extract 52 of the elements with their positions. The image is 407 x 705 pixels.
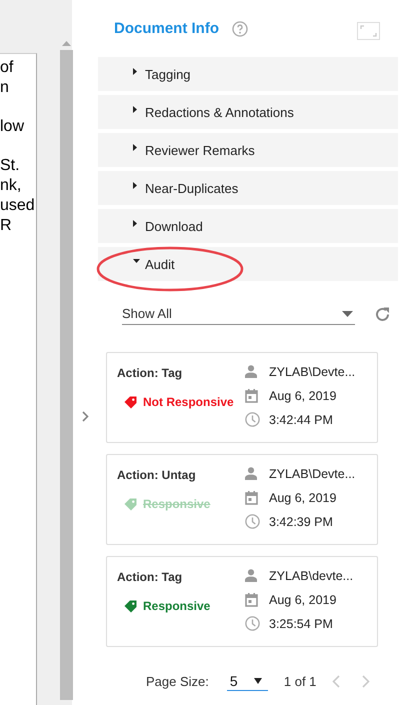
document-text: of	[0, 58, 14, 78]
caret-icon	[342, 310, 353, 316]
calendar-icon	[245, 388, 258, 402]
expand-icon[interactable]	[357, 22, 380, 40]
scrollbar-thumb[interactable]	[60, 50, 72, 700]
filter-dropdown[interactable]: Show All	[122, 303, 355, 325]
date-text: Aug 6, 2019	[269, 490, 336, 504]
chevron-right-icon[interactable]	[82, 411, 89, 422]
clock-icon	[245, 412, 260, 427]
clock-icon	[245, 514, 260, 529]
user-icon	[245, 365, 257, 378]
document-text: used	[0, 196, 36, 216]
document-text: low	[0, 117, 26, 137]
page-range: 1 of 1	[284, 674, 316, 688]
accordion-header[interactable]: Near-Duplicates	[98, 171, 398, 205]
time-text: 3:25:54 PM	[269, 616, 333, 630]
date-text: Aug 6, 2019	[269, 592, 336, 606]
accordion-header[interactable]: Download	[98, 209, 398, 243]
calendar-icon	[245, 592, 258, 606]
user-name: ZYLAB\Devte...	[269, 364, 356, 378]
accordion-header[interactable]: Redactions & Annotations	[98, 95, 398, 129]
panel-title: Document Info	[114, 20, 219, 37]
accordion-header[interactable]: Audit	[98, 247, 398, 281]
user-name: ZYLAB\Devte...	[269, 466, 356, 480]
next-page-icon[interactable]	[362, 674, 370, 688]
time-text: 3:42:39 PM	[269, 514, 333, 528]
tag-name: Not Responsive	[143, 395, 234, 409]
calendar-icon	[245, 490, 258, 504]
page-size-dropdown[interactable]: 5	[226, 671, 268, 691]
caret-icon	[254, 678, 262, 684]
user-name: ZYLAB\devte...	[269, 568, 354, 582]
document-text: R	[0, 216, 13, 236]
document-text: St.	[0, 156, 21, 176]
user-icon	[245, 569, 257, 582]
scroll-up-icon[interactable]	[62, 41, 70, 46]
action-label: Action: Untag	[117, 468, 197, 482]
refresh-icon[interactable]	[374, 306, 391, 322]
action-label: Action: Tag	[117, 570, 184, 584]
tag-name: Responsive	[143, 497, 210, 511]
help-icon[interactable]	[232, 20, 248, 36]
time-text: 3:42:44 PM	[269, 412, 333, 426]
clock-icon	[245, 616, 260, 631]
document-text: n	[0, 78, 10, 98]
page-size-label: Page Size:	[146, 674, 209, 688]
previous-page-icon[interactable]	[332, 674, 340, 688]
document-text: nk,	[0, 176, 22, 196]
user-icon	[245, 467, 257, 480]
action-label: Action: Tag	[117, 366, 184, 380]
date-text: Aug 6, 2019	[269, 388, 336, 402]
accordion-header[interactable]: Tagging	[98, 57, 398, 91]
tag-name: Responsive	[143, 599, 210, 613]
accordion-header[interactable]: Reviewer Remarks	[98, 133, 398, 167]
